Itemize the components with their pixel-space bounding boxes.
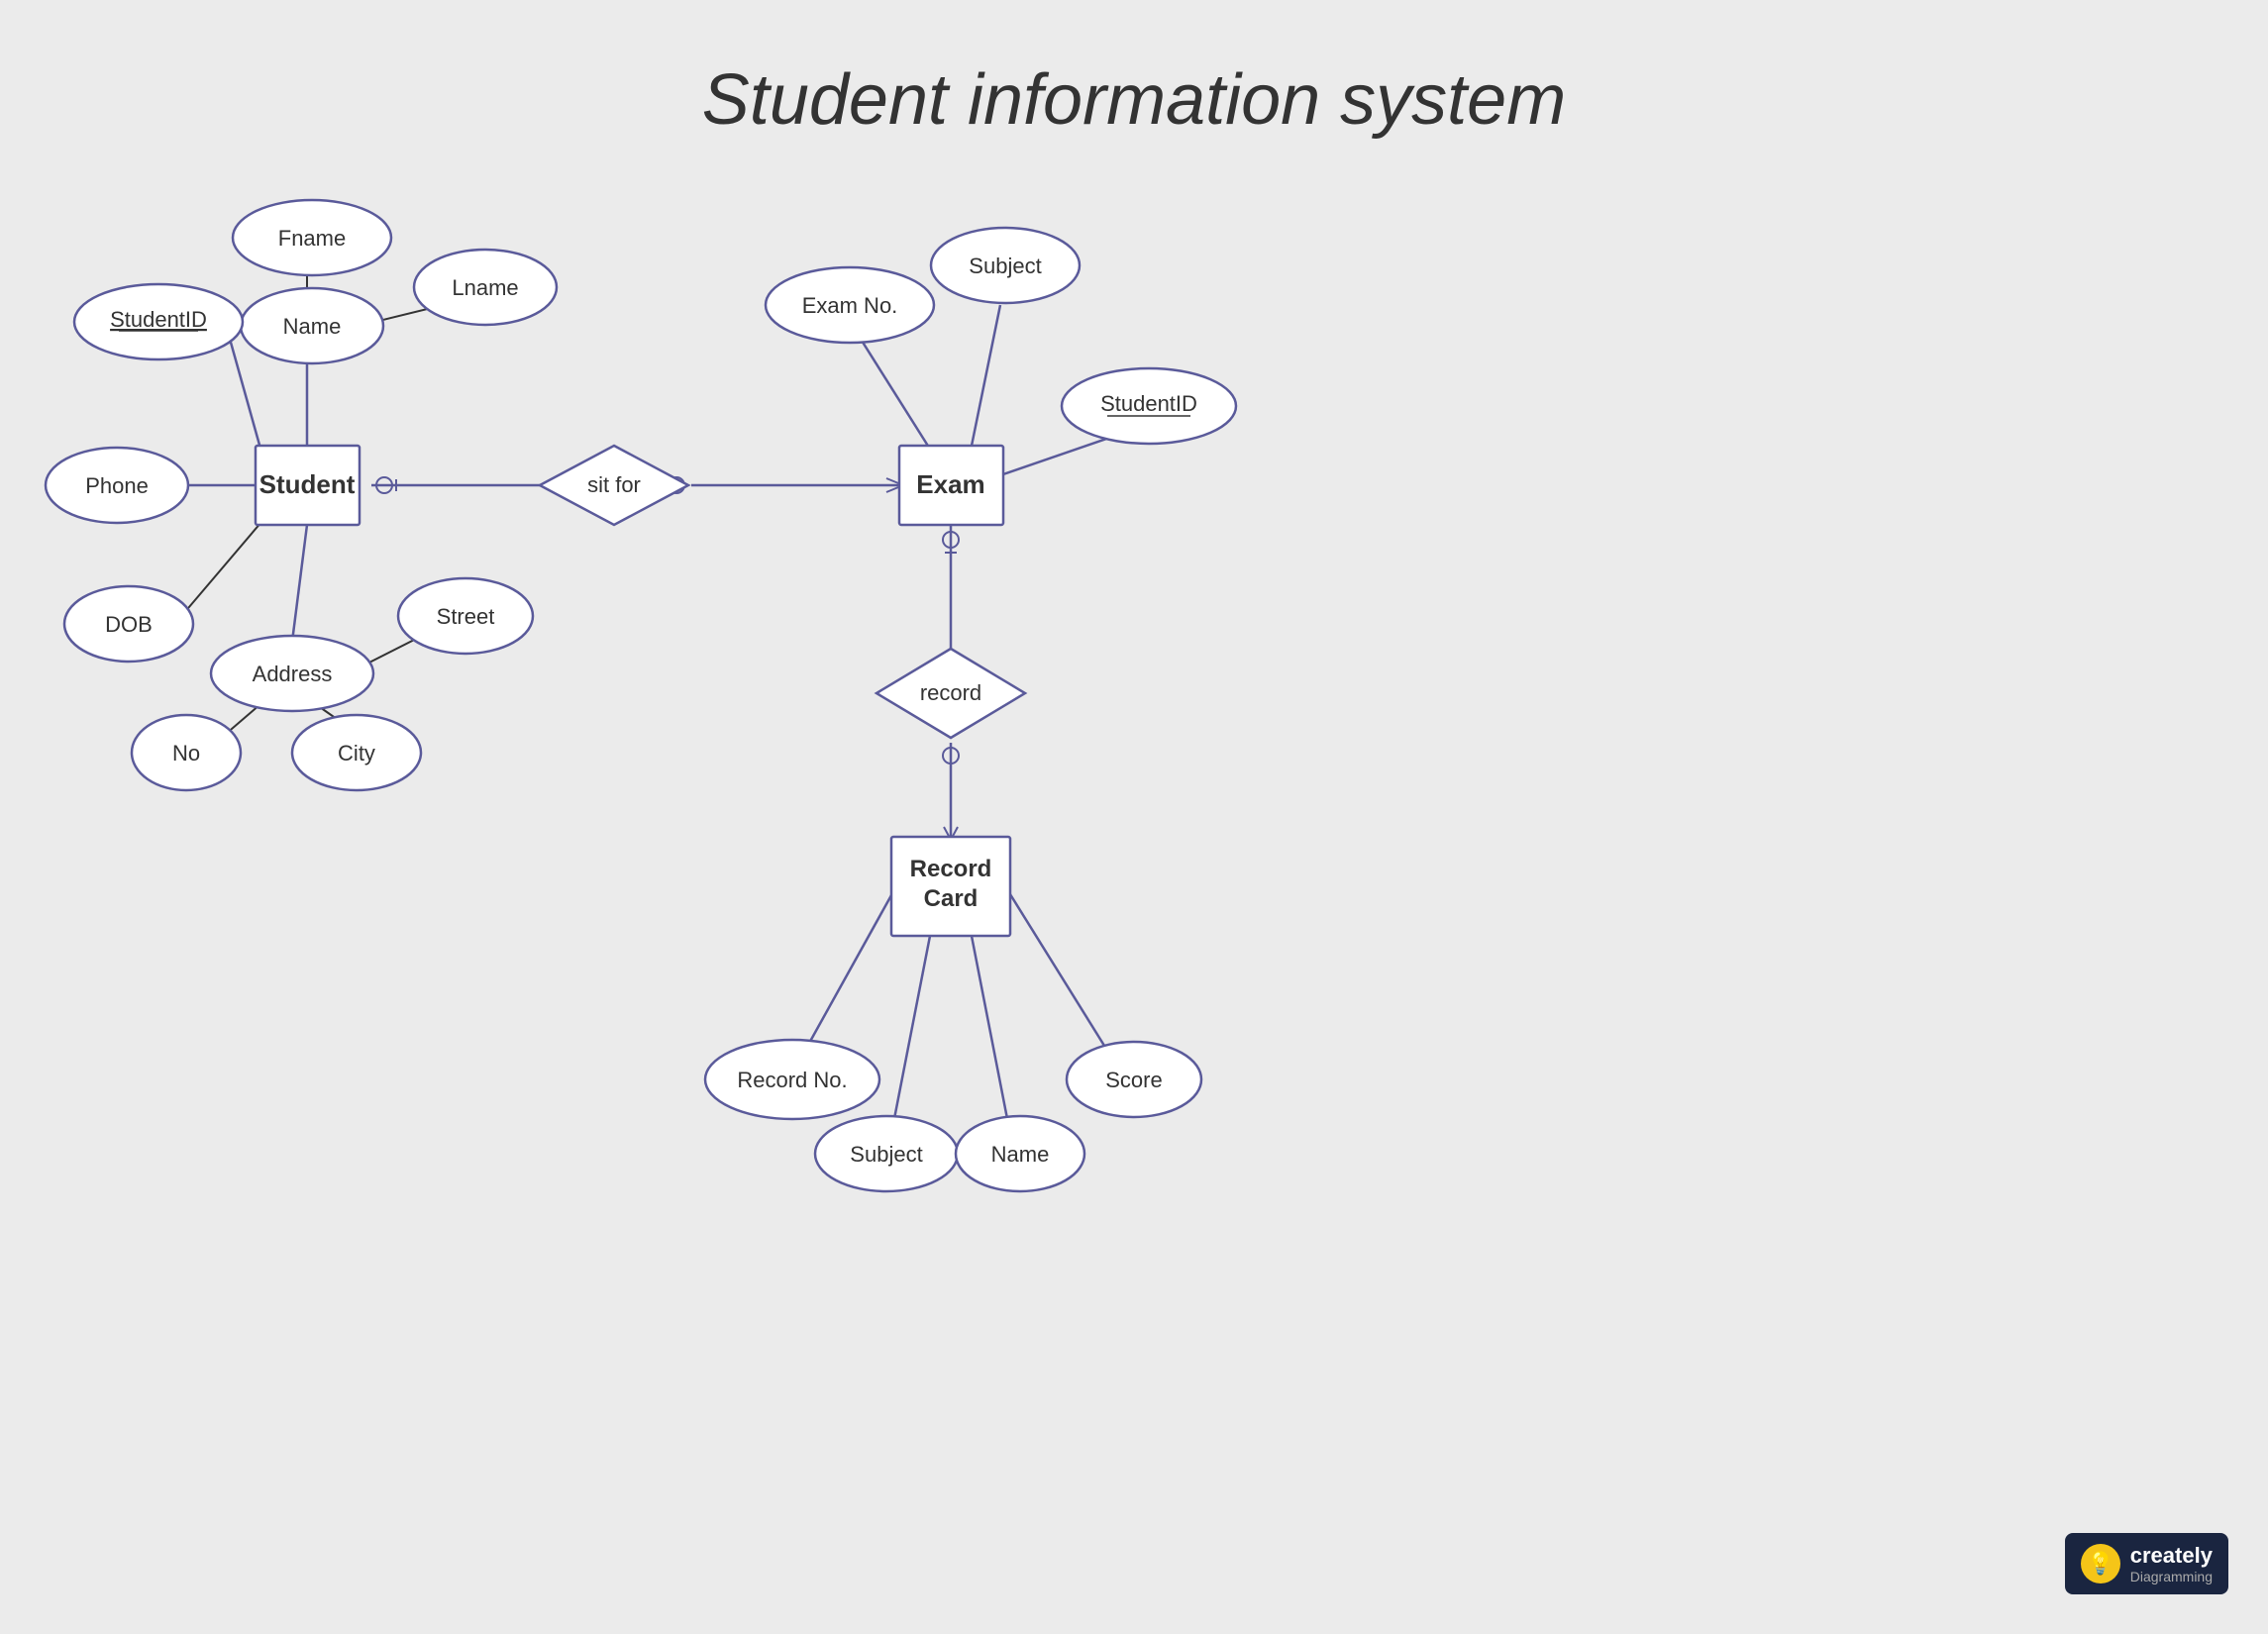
svg-text:sit for: sit for: [587, 472, 641, 497]
svg-text:City: City: [338, 741, 375, 766]
svg-text:StudentID: StudentID: [110, 307, 207, 332]
svg-text:Name: Name: [283, 314, 342, 339]
logo-subtitle: Diagramming: [2130, 1569, 2213, 1584]
svg-text:Record No.: Record No.: [737, 1068, 847, 1092]
svg-text:Address: Address: [253, 662, 333, 686]
logo: 💡 creately Diagramming: [2065, 1533, 2228, 1594]
logo-name: creately: [2130, 1543, 2213, 1569]
svg-text:Fname: Fname: [278, 226, 346, 251]
svg-text:Subject: Subject: [969, 254, 1041, 278]
svg-text:Lname: Lname: [452, 275, 518, 300]
svg-text:No: No: [172, 741, 200, 766]
svg-text:StudentID: StudentID: [1100, 391, 1197, 416]
page-title: Student information system: [0, 0, 2268, 141]
svg-text:Record: Record: [910, 856, 992, 882]
svg-text:record: record: [920, 680, 981, 705]
svg-text:Subject: Subject: [850, 1142, 922, 1167]
svg-text:DOB: DOB: [105, 612, 153, 637]
svg-text:Card: Card: [924, 885, 979, 912]
logo-bulb-icon: 💡: [2081, 1544, 2120, 1583]
svg-text:Exam No.: Exam No.: [802, 293, 898, 318]
svg-text:Exam: Exam: [916, 469, 984, 499]
svg-text:Score: Score: [1105, 1068, 1162, 1092]
svg-text:Street: Street: [437, 604, 495, 629]
svg-text:Name: Name: [991, 1142, 1050, 1167]
svg-text:Phone: Phone: [85, 473, 149, 498]
svg-text:Student: Student: [259, 469, 356, 499]
